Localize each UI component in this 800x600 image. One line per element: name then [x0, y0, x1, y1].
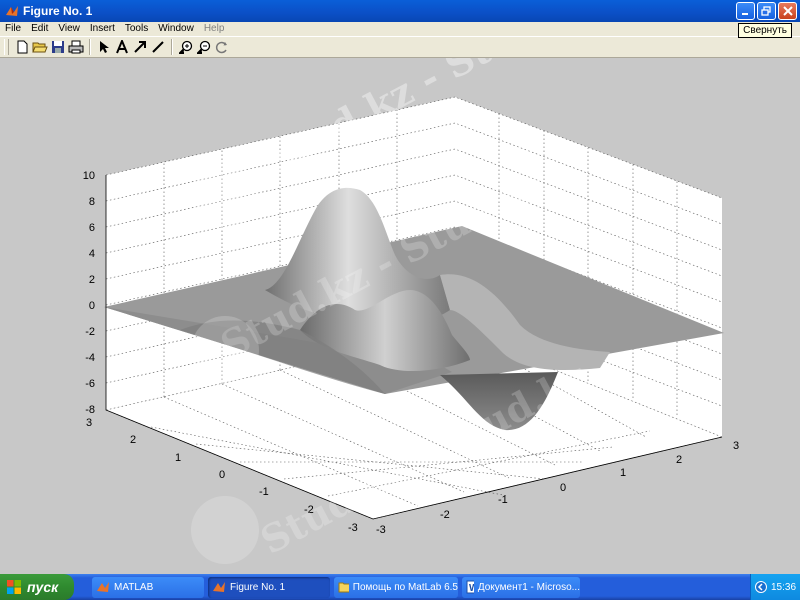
y-tick-label: -3 [348, 522, 358, 534]
new-file-button[interactable] [13, 38, 31, 56]
menu-view[interactable]: View [53, 22, 85, 36]
minimize-icon [742, 12, 748, 15]
insert-text-icon [116, 40, 128, 54]
z-tick-label: 6 [89, 222, 95, 234]
menu-help[interactable]: Help [199, 22, 230, 36]
y-tick-label: 2 [130, 434, 136, 446]
start-label: пуск [27, 579, 59, 595]
x-tick-label: -2 [440, 509, 450, 521]
new-file-icon [17, 40, 28, 54]
matlab-logo-icon [97, 582, 109, 592]
task-label: Помощь по MatLab 6.5 [352, 581, 458, 593]
z-tick-label: 2 [89, 274, 95, 286]
menu-tools[interactable]: Tools [120, 22, 153, 36]
task-word-document[interactable]: W Документ1 - Microso... [462, 576, 580, 598]
rotate-3d-button[interactable] [213, 38, 231, 56]
task-help[interactable]: Помощь по MatLab 6.5 [334, 576, 458, 598]
start-button[interactable]: пуск [0, 574, 74, 600]
folder-icon [338, 582, 349, 593]
y-tick-label: 1 [175, 452, 181, 464]
insert-arrow-icon [134, 41, 146, 53]
toolbar-grip[interactable] [4, 39, 9, 55]
title-bar: Figure No. 1 [0, 0, 800, 22]
menu-bar: File Edit View Insert Tools Window Help [0, 22, 800, 36]
arrow-select-icon [100, 41, 109, 53]
word-document-icon: W [466, 580, 474, 594]
y-tick-label: 0 [219, 469, 225, 481]
y-tick-label: 3 [86, 417, 92, 429]
open-file-icon [32, 42, 48, 53]
clock: 15:36 [770, 581, 797, 593]
x-tick-label: 0 [560, 482, 566, 494]
task-matlab[interactable]: MATLAB [92, 576, 204, 598]
save-icon [52, 41, 64, 53]
zoom-out-button[interactable] [195, 38, 213, 56]
matlab-logo-icon [6, 6, 18, 16]
surface-plot: Stud.kz - Stud.kz 10 8 6 4 2 0 [83, 58, 739, 564]
z-tick-label: 10 [83, 170, 95, 182]
z-tick-label: 8 [89, 196, 95, 208]
figure-canvas[interactable]: Stud.kz - Stud.kz 10 8 6 4 2 0 [0, 58, 800, 574]
minimize-tooltip: Свернуть [738, 23, 792, 38]
watermark-logo [191, 161, 259, 229]
x-tick-label: 1 [620, 467, 626, 479]
taskbar: пуск MATLAB Figure No. 1 Помощь по MatLa… [0, 574, 800, 600]
open-file-button[interactable] [31, 38, 49, 56]
select-button[interactable] [95, 38, 113, 56]
insert-arrow-button[interactable] [131, 38, 149, 56]
insert-line-button[interactable] [149, 38, 167, 56]
print-icon [68, 40, 84, 54]
system-tray: 15:36 [750, 574, 800, 600]
matlab-logo-icon [213, 582, 225, 592]
z-axis-ticks: 10 8 6 4 2 0 -2 -4 -6 -8 [83, 170, 95, 416]
close-icon [782, 6, 793, 16]
windows-logo-icon [7, 580, 21, 594]
task-label: MATLAB [114, 581, 154, 593]
tray-arrow-icon[interactable] [754, 581, 767, 593]
toolbar-separator [89, 39, 91, 55]
z-tick-label: 0 [89, 300, 95, 312]
menu-insert[interactable]: Insert [85, 22, 120, 36]
maximize-icon [761, 6, 771, 16]
z-tick-label: -6 [85, 378, 95, 390]
zoom-in-icon [179, 40, 193, 54]
save-button[interactable] [49, 38, 67, 56]
y-tick-label: -1 [259, 486, 269, 498]
insert-line-icon [152, 41, 164, 53]
figure-toolbar [0, 36, 800, 58]
task-figure[interactable]: Figure No. 1 [208, 576, 330, 598]
z-tick-label: -2 [85, 326, 95, 338]
toolbar-separator [171, 39, 173, 55]
menu-window[interactable]: Window [153, 22, 199, 36]
close-button[interactable] [778, 2, 797, 20]
maximize-button[interactable] [757, 2, 776, 20]
x-tick-label: -1 [498, 494, 508, 506]
menu-file[interactable]: File [0, 22, 26, 36]
x-tick-label: -3 [376, 524, 386, 536]
z-tick-label: -8 [85, 404, 95, 416]
svg-text:W: W [469, 583, 474, 594]
print-button[interactable] [67, 38, 85, 56]
x-tick-label: 3 [733, 440, 739, 452]
zoom-in-button[interactable] [177, 38, 195, 56]
menu-edit[interactable]: Edit [26, 22, 53, 36]
watermark-logo [191, 316, 259, 384]
x-tick-label: 2 [676, 454, 682, 466]
minimize-button[interactable] [736, 2, 755, 20]
task-label: Документ1 - Microso... [477, 581, 580, 593]
z-tick-label: -4 [85, 352, 95, 364]
task-label: Figure No. 1 [230, 581, 286, 593]
z-tick-label: 4 [89, 248, 95, 260]
window-title: Figure No. 1 [23, 4, 93, 18]
zoom-out-icon [197, 40, 211, 54]
watermark-logo [191, 496, 259, 564]
insert-text-button[interactable] [113, 38, 131, 56]
rotate-3d-icon [215, 41, 227, 54]
